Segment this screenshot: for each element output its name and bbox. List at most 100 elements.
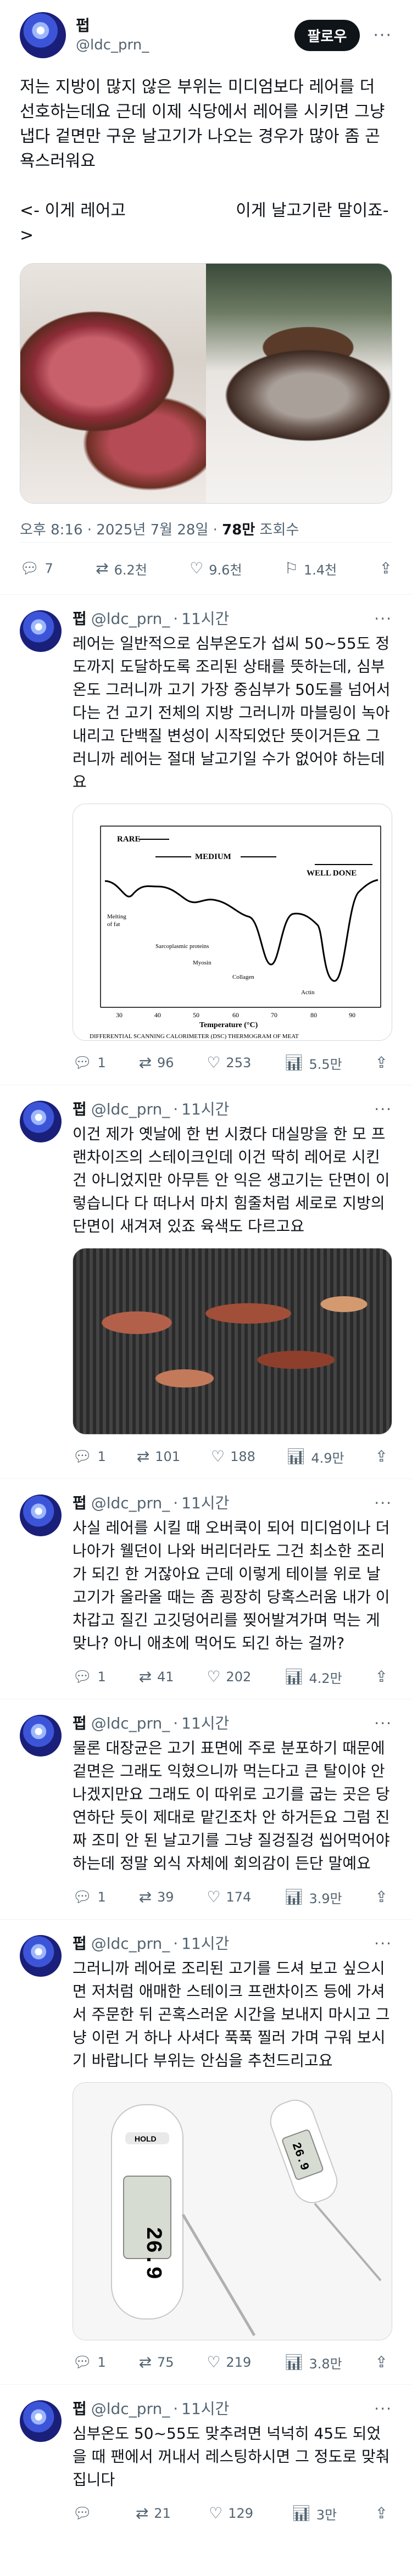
reply-text: 레어는 일반적으로 심부온도가 섭씨 50~55도 정도까지 도달하도록 조리된… xyxy=(73,634,391,791)
avatar[interactable] xyxy=(20,2400,62,2442)
reply-button[interactable]: 💬︎ 1 xyxy=(73,1889,106,1905)
reply-button[interactable]: 💬︎ xyxy=(73,2506,98,2521)
reply-header: 펍 @ldc_prn_ · 11시간 ··· xyxy=(73,2399,392,2419)
meat-thermometer-image[interactable]: HOLD 26.9 26.9 xyxy=(73,2082,392,2340)
more-icon[interactable]: ··· xyxy=(374,609,392,629)
reply-time[interactable]: 11시간 xyxy=(181,2399,229,2419)
share-button[interactable]: ⇪ xyxy=(375,1669,388,1685)
reply-author-handle[interactable]: @ldc_prn_ xyxy=(91,2399,170,2419)
like-button[interactable]: ♡ 202 xyxy=(207,1669,251,1685)
retweet-button[interactable]: ⇄ 96 xyxy=(139,1055,174,1071)
reply-button[interactable]: 💬︎ 1 xyxy=(73,2355,106,2371)
views-button[interactable]: 📊︎ 3.8만 xyxy=(284,2353,342,2372)
share-button[interactable]: ⇪ xyxy=(375,1449,388,1464)
reply-button[interactable]: 💬︎ 1 xyxy=(73,1055,106,1071)
avatar[interactable] xyxy=(20,610,62,652)
reply-author-name[interactable]: 펍 xyxy=(73,2399,87,2419)
author-handle[interactable]: @ldc_prn_ xyxy=(76,36,294,54)
more-icon[interactable]: ··· xyxy=(373,26,392,45)
retweet-button[interactable]: ⇄ 39 xyxy=(139,1889,174,1905)
reply-actions: 💬︎ 1 ⇄ 75 ♡ 219 📊︎ 3.8만 ⇪ xyxy=(73,2340,392,2384)
avatar[interactable] xyxy=(20,1715,62,1757)
reply-author-name[interactable]: 펍 xyxy=(73,1934,87,1954)
avatar[interactable] xyxy=(20,1101,62,1142)
reply-item[interactable]: 펍 @ldc_prn_ · 11시간 ··· 사실 레어를 시킬 때 오버쿡이 … xyxy=(0,1479,412,1699)
retweet-button[interactable]: ⇄ 101 xyxy=(136,1447,181,1465)
views-button[interactable]: 📊︎ 4.2만 xyxy=(284,1668,342,1687)
retweet-button[interactable]: ⇄ 6.2천 xyxy=(96,559,147,578)
reply-item[interactable]: 펍 @ldc_prn_ · 11시간 ··· 물론 대장균은 고기 표면에 주로… xyxy=(0,1699,412,1919)
more-icon[interactable]: ··· xyxy=(374,1100,392,1119)
follow-button[interactable]: 팔로우 xyxy=(294,19,360,51)
grilled-meat-image[interactable] xyxy=(73,1248,392,1435)
more-icon[interactable]: ··· xyxy=(374,1493,392,1513)
reply-author-handle[interactable]: @ldc_prn_ xyxy=(91,1100,170,1119)
reply-actions: 💬︎ 1 ⇄ 96 ♡ 253 📊︎ 5.5만 ⇪ xyxy=(73,1041,392,1085)
reply-time[interactable]: 11시간 xyxy=(181,1100,229,1119)
more-icon[interactable]: ··· xyxy=(374,1934,392,1954)
reply-item[interactable]: 펍 @ldc_prn_ · 11시간 ··· 심부온도 50~55도 맞추려면 … xyxy=(0,2384,412,2535)
views-button[interactable]: 📊︎ 4.9만 xyxy=(286,1447,344,1467)
avatar[interactable] xyxy=(20,12,66,58)
reply-time[interactable]: 11시간 xyxy=(181,1934,229,1954)
retweet-count: 39 xyxy=(157,1889,174,1905)
reply-author-handle[interactable]: @ldc_prn_ xyxy=(91,609,170,629)
like-button[interactable]: ♡ 188 xyxy=(211,1449,255,1465)
bookmark-button[interactable]: ⚐ 1.4천 xyxy=(285,559,337,578)
bookmark-count: 1.4천 xyxy=(303,562,337,578)
like-button[interactable]: ♡ 129 xyxy=(209,2506,253,2522)
share-button[interactable]: ⇪ xyxy=(375,2355,388,2370)
post-media[interactable] xyxy=(20,263,392,504)
separator-dot: · xyxy=(173,1934,179,1953)
reply-text: 이건 제가 옛날에 한 번 시켰다 대실망을 한 모 프랜차이즈의 스테이크인데… xyxy=(73,1125,390,1235)
more-icon[interactable]: ··· xyxy=(374,1714,392,1733)
avatar[interactable] xyxy=(20,1935,62,1977)
reply-author-handle[interactable]: @ldc_prn_ xyxy=(91,1714,170,1733)
reply-item[interactable]: 펍 @ldc_prn_ · 11시간 ··· 그러니까 레어로 조리된 고기를 … xyxy=(0,1919,412,2384)
share-button[interactable]: ⇪ xyxy=(380,561,392,576)
reply-author-name[interactable]: 펍 xyxy=(73,1100,87,1119)
reply-button[interactable]: 💬︎ 1 xyxy=(73,1669,106,1685)
reply-item[interactable]: 펍 @ldc_prn_ · 11시간 ··· 이건 제가 옛날에 한 번 시켰다… xyxy=(0,1085,412,1479)
retweet-count: 101 xyxy=(155,1449,181,1464)
post-header: 펍 @ldc_prn_ 팔로우 ··· xyxy=(0,0,412,60)
share-button[interactable]: ⇪ xyxy=(375,2506,388,2521)
share-button[interactable]: ⇪ xyxy=(375,1055,388,1070)
post-timestamp[interactable]: 오후 8:16 · 2025년 7월 28일 · xyxy=(20,522,222,538)
raw-steak-image[interactable] xyxy=(206,264,392,503)
reply-author-handle[interactable]: @ldc_prn_ xyxy=(91,1934,170,1954)
retweet-icon: ⇄ xyxy=(136,1447,150,1465)
label-welldone: WELL DONE xyxy=(307,869,357,878)
views-button[interactable]: 📊︎ 3만 xyxy=(291,2504,337,2523)
like-button[interactable]: ♡ 9.6천 xyxy=(190,559,242,578)
like-button[interactable]: ♡ 219 xyxy=(207,2355,251,2371)
views-icon: 📊︎ xyxy=(291,2504,311,2522)
retweet-button[interactable]: ⇄ 75 xyxy=(139,2355,174,2371)
retweet-icon: ⇄ xyxy=(96,559,109,577)
reply-button[interactable]: 💬︎ 1 xyxy=(73,1449,106,1465)
share-button[interactable]: ⇪ xyxy=(375,1889,388,1905)
reply-button[interactable]: 💬︎ 7 xyxy=(20,561,53,577)
retweet-button[interactable]: ⇄ 21 xyxy=(136,2506,171,2522)
like-button[interactable]: ♡ 253 xyxy=(207,1055,251,1071)
more-icon[interactable]: ··· xyxy=(374,2399,392,2419)
rare-steak-image[interactable] xyxy=(20,264,206,503)
like-button[interactable]: ♡ 174 xyxy=(207,1889,251,1905)
avatar[interactable] xyxy=(20,1495,62,1536)
dsc-thermogram-image[interactable]: RARE MEDIUM WELL DONE Melting of fat Sar… xyxy=(73,804,392,1041)
author-name[interactable]: 펍 xyxy=(76,16,294,36)
reply-time[interactable]: 11시간 xyxy=(181,1714,229,1733)
reply-author-name[interactable]: 펍 xyxy=(73,1493,87,1513)
reply-time[interactable]: 11시간 xyxy=(181,609,229,629)
reply-time[interactable]: 11시간 xyxy=(181,1493,229,1513)
reply-author-name[interactable]: 펍 xyxy=(73,609,87,629)
views-button[interactable]: 📊︎ 3.9만 xyxy=(284,1888,342,1907)
reply-author-handle[interactable]: @ldc_prn_ xyxy=(91,1493,170,1513)
views-button[interactable]: 📊︎ 5.5만 xyxy=(284,1053,342,1073)
views-count: 3.9만 xyxy=(309,1891,342,1906)
share-icon: ⇪ xyxy=(375,1053,388,1072)
reply-author-name[interactable]: 펍 xyxy=(73,1714,87,1733)
reply-item[interactable]: 펍 @ldc_prn_ · 11시간 ··· 레어는 일반적으로 심부온도가 섭… xyxy=(0,594,412,1085)
retweet-button[interactable]: ⇄ 41 xyxy=(139,1669,174,1685)
reply-header: 펍 @ldc_prn_ · 11시간 ··· xyxy=(73,1934,392,1954)
